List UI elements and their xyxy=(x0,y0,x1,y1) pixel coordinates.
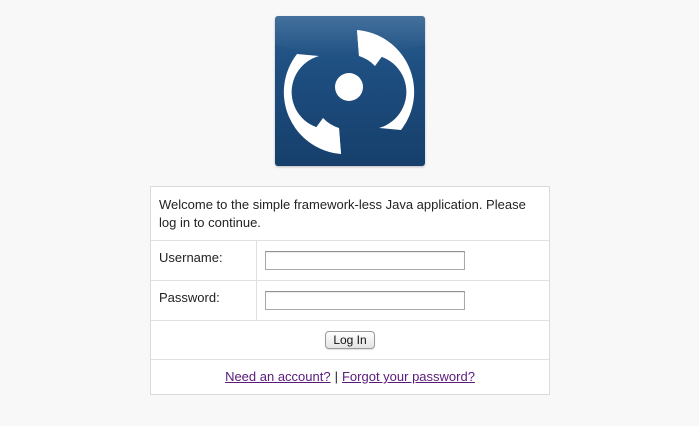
login-form: Welcome to the simple framework-less Jav… xyxy=(150,186,550,395)
app-logo xyxy=(275,16,425,166)
username-cell xyxy=(257,241,549,280)
link-separator: | xyxy=(334,369,338,384)
login-page: Welcome to the simple framework-less Jav… xyxy=(0,0,699,426)
login-button[interactable]: Log In xyxy=(325,331,375,349)
username-input[interactable] xyxy=(265,251,465,270)
password-row: Password: xyxy=(151,280,549,320)
password-input[interactable] xyxy=(265,291,465,310)
username-row: Username: xyxy=(151,240,549,280)
password-cell xyxy=(257,281,549,320)
forgot-password-link[interactable]: Forgot your password? xyxy=(342,369,475,384)
account-links: Need an account? | Forgot your password? xyxy=(151,359,549,394)
welcome-message: Welcome to the simple framework-less Jav… xyxy=(159,197,526,230)
hurricane-logo-icon xyxy=(275,16,425,154)
submit-row: Log In xyxy=(151,320,549,359)
username-label: Username: xyxy=(151,241,257,280)
need-account-link[interactable]: Need an account? xyxy=(225,369,331,384)
password-label: Password: xyxy=(151,281,257,320)
